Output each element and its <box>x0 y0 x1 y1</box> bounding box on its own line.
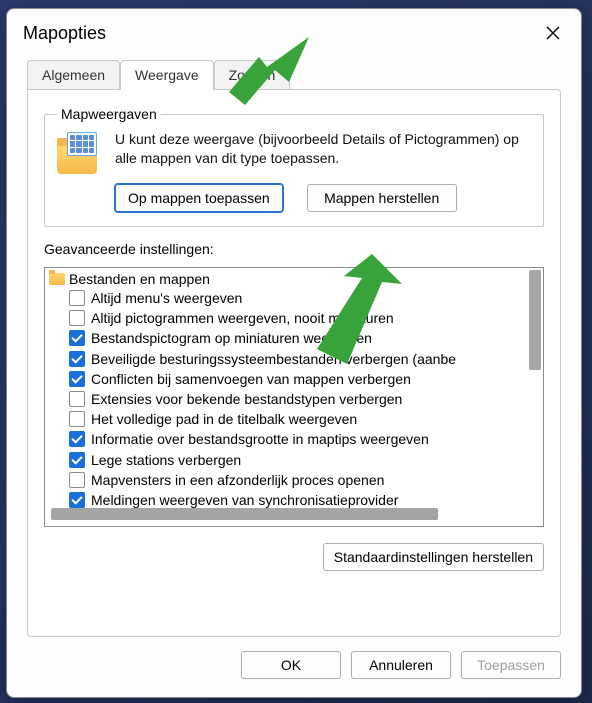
tree-item-label: Altijd pictogrammen weergeven, nooit min… <box>91 309 394 327</box>
checkbox[interactable] <box>69 391 85 407</box>
folder-views-icon <box>57 134 101 174</box>
close-icon <box>546 26 560 40</box>
close-button[interactable] <box>539 19 567 47</box>
checkbox[interactable] <box>69 371 85 387</box>
cancel-button[interactable]: Annuleren <box>351 651 451 679</box>
mapweergaven-legend: Mapweergaven <box>57 106 161 122</box>
tree-item-label: Lege stations verbergen <box>91 451 241 469</box>
checkbox[interactable] <box>69 330 85 346</box>
dialog-window: Mapopties Algemeen Weergave Zoeken Mapwe… <box>6 8 582 698</box>
checkbox[interactable] <box>69 431 85 447</box>
advanced-settings-label: Geavanceerde instellingen: <box>44 241 544 257</box>
tree-item-label: Altijd menu's weergeven <box>91 289 242 307</box>
tree-item-label: Meldingen weergeven van synchronisatiepr… <box>91 491 398 509</box>
reset-folders-button[interactable]: Mappen herstellen <box>307 184 457 212</box>
horizontal-scroll-thumb[interactable] <box>51 508 438 520</box>
titlebar: Mapopties <box>7 9 581 53</box>
tab-view[interactable]: Weergave <box>120 60 214 90</box>
tree-item-label: Mapvensters in een afzonderlijk proces o… <box>91 471 384 489</box>
tree-item-label: Conflicten bij samenvoegen van mappen ve… <box>91 370 411 388</box>
tree-root[interactable]: Bestanden en mappen <box>49 270 523 288</box>
ok-button[interactable]: OK <box>241 651 341 679</box>
checkbox[interactable] <box>69 411 85 427</box>
tree-item-label: Bestandspictogram op miniaturen weergeve… <box>91 329 372 347</box>
checkbox[interactable] <box>69 290 85 306</box>
tree-item-label: Het volledige pad in de titelbalk weerge… <box>91 410 357 428</box>
tree-item[interactable]: Lege stations verbergen <box>69 450 523 470</box>
apply-to-folders-button[interactable]: Op mappen toepassen <box>115 184 283 212</box>
vertical-scrollbar[interactable] <box>525 270 541 504</box>
tree-root-label: Bestanden en mappen <box>69 271 210 287</box>
tree-item[interactable]: Conflicten bij samenvoegen van mappen ve… <box>69 369 523 389</box>
folder-icon <box>49 273 65 285</box>
tree-item[interactable]: Altijd pictogrammen weergeven, nooit min… <box>69 308 523 328</box>
tabstrip: Algemeen Weergave Zoeken <box>7 53 581 89</box>
checkbox[interactable] <box>69 452 85 468</box>
tree-item-label: Informatie over bestandsgrootte in mapti… <box>91 430 429 448</box>
apply-button[interactable]: Toepassen <box>461 651 561 679</box>
horizontal-scrollbar[interactable] <box>51 508 523 522</box>
mapweergaven-group: Mapweergaven U kunt deze weergave (bijvo… <box>44 106 544 227</box>
dialog-buttons: OK Annuleren Toepassen <box>7 637 581 697</box>
mapweergaven-description: U kunt deze weergave (bijvoorbeeld Detai… <box>115 130 531 168</box>
tree-item[interactable]: Altijd menu's weergeven <box>69 288 523 308</box>
checkbox[interactable] <box>69 492 85 508</box>
tree-items: Altijd menu's weergeven Altijd pictogramm… <box>69 288 523 510</box>
advanced-settings-box: Bestanden en mappen Altijd menu's weerge… <box>44 267 544 527</box>
checkbox[interactable] <box>69 351 85 367</box>
tree-item[interactable]: Mapvensters in een afzonderlijk proces o… <box>69 470 523 490</box>
checkbox[interactable] <box>69 472 85 488</box>
dialog-title: Mapopties <box>23 23 539 44</box>
tree-item[interactable]: Beveiligde besturingssysteembestanden ve… <box>69 349 523 369</box>
tab-search[interactable]: Zoeken <box>214 60 291 90</box>
checkbox[interactable] <box>69 310 85 326</box>
tree-item[interactable]: Extensies voor bekende bestandstypen ver… <box>69 389 523 409</box>
tab-panel-view: Mapweergaven U kunt deze weergave (bijvo… <box>27 89 561 637</box>
vertical-scroll-thumb[interactable] <box>529 270 541 370</box>
tree-item[interactable]: Bestandspictogram op miniaturen weergeve… <box>69 328 523 348</box>
tab-general[interactable]: Algemeen <box>27 60 120 90</box>
tree-item[interactable]: Informatie over bestandsgrootte in mapti… <box>69 429 523 449</box>
restore-defaults-button[interactable]: Standaardinstellingen herstellen <box>323 543 544 571</box>
tree-item[interactable]: Het volledige pad in de titelbalk weerge… <box>69 409 523 429</box>
tree-item-label: Extensies voor bekende bestandstypen ver… <box>91 390 402 408</box>
tree-item-label: Beveiligde besturingssysteembestanden ve… <box>91 350 456 368</box>
